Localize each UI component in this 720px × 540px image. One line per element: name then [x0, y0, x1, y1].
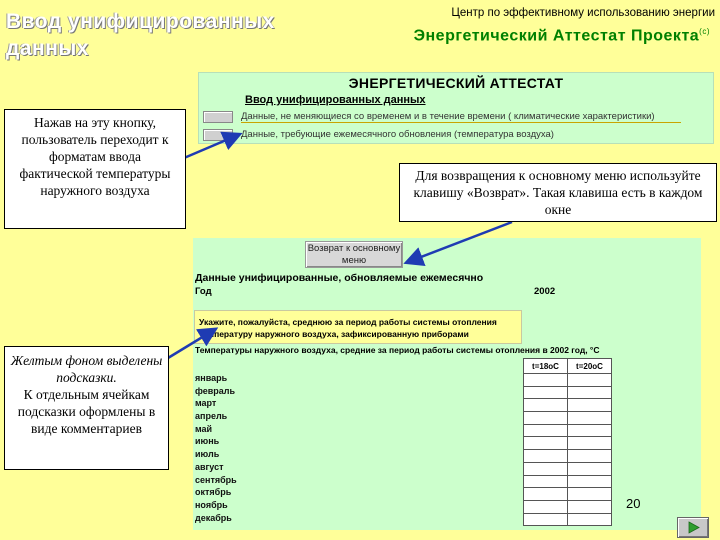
callout-hints-line-2: К отдельным ячейкам подсказки оформлены … [17, 387, 156, 436]
arrow-to-monthly-button [183, 131, 243, 160]
callout-return: Для возвращения к основному меню использ… [399, 163, 717, 222]
next-arrow-icon [688, 521, 700, 534]
next-slide-button[interactable] [677, 517, 709, 538]
slide-number: 20 [626, 496, 641, 511]
arrow-to-hint-box [167, 327, 219, 360]
callout-hints: Желтым фоном выделены подсказки. К отдел… [4, 346, 169, 470]
callout-hints-line-1: Желтым фоном выделены подсказки. [10, 353, 163, 385]
arrow-to-back-button [403, 220, 513, 266]
callout-formats: Нажав на эту кнопку, пользователь перехо… [4, 109, 186, 229]
